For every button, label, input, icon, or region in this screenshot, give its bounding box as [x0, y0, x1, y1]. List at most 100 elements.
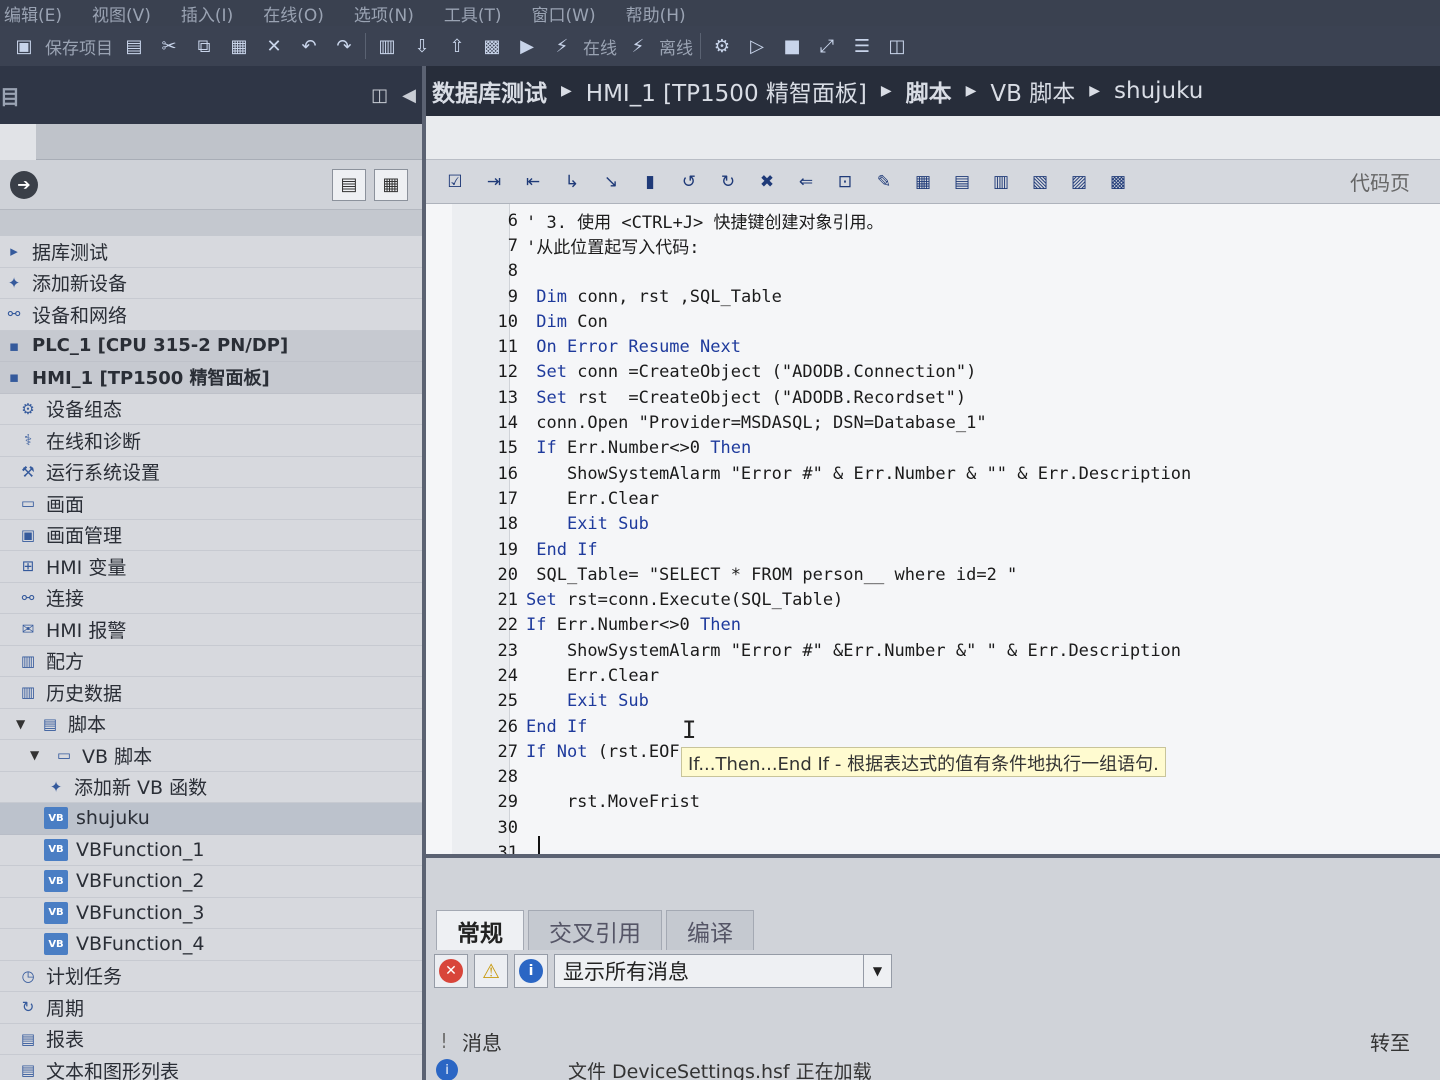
chevron-down-icon[interactable]: ▼: [863, 955, 891, 987]
tree-item[interactable]: ✦ 添加新设备: [0, 268, 422, 299]
show-warnings-button[interactable]: ⚠: [474, 954, 508, 988]
code-line[interactable]: 13 Set rst =CreateObject ("ADODB.Records…: [486, 385, 1426, 410]
properties-icon[interactable]: ▩: [1103, 167, 1133, 197]
paste-icon[interactable]: ▦: [225, 32, 253, 60]
tree-item[interactable]: ▥ 配方: [0, 646, 422, 677]
menu-item[interactable]: 在线(O): [263, 1, 324, 26]
tree-item[interactable]: ⊞ HMI 变量: [0, 551, 422, 583]
simulation-icon[interactable]: ▩: [478, 32, 506, 60]
show-errors-button[interactable]: ✕: [434, 954, 468, 988]
tree-item[interactable]: ⚕ 在线和诊断: [0, 425, 422, 457]
comment-icon[interactable]: ↳: [557, 167, 587, 197]
undo-icon[interactable]: ↶: [295, 32, 323, 60]
insert-snippet-icon[interactable]: ✎: [869, 167, 899, 197]
accessible-devices-icon[interactable]: ⚙: [708, 32, 736, 60]
menu-item[interactable]: 帮助(H): [626, 1, 686, 26]
tree-item[interactable]: ▥ 历史数据: [0, 677, 422, 709]
code-line[interactable]: 15 If Err.Number<>0 Then: [486, 436, 1426, 461]
tree-item[interactable]: ▭ 画面: [0, 488, 422, 520]
tree-item[interactable]: ▪ PLC_1 [CPU 315-2 PN/DP]: [0, 330, 422, 362]
indent-decrease-icon[interactable]: ⇤: [518, 167, 548, 197]
code-line[interactable]: 25 Exit Sub: [486, 689, 1426, 714]
tree-item[interactable]: ✦ 添加新 VB 函数: [0, 772, 422, 803]
code-line[interactable]: 6 ' 3. 使用 <CTRL+J> 快捷键创建对象引用。: [486, 208, 1426, 234]
code-line[interactable]: 16 ShowSystemAlarm "Error #" & Err.Numbe…: [486, 461, 1426, 486]
tree-item[interactable]: VB VBFunction_3: [0, 898, 422, 929]
tree-item[interactable]: ⚯ 连接: [0, 583, 422, 614]
table-row[interactable]: i 文件 DeviceSettings.hsf 正在加载: [426, 1058, 1440, 1080]
tree-item[interactable]: ◷ 计划任务: [0, 961, 422, 992]
go-offline-button[interactable]: 离线: [659, 34, 693, 59]
save-project-button[interactable]: 保存项目: [45, 34, 113, 59]
code-line[interactable]: 20 SQL_Table= "SELECT * FROM person__ wh…: [486, 562, 1426, 587]
code-line[interactable]: 11 On Error Resume Next: [486, 334, 1426, 359]
split-horizontal-icon[interactable]: ☰: [848, 32, 876, 60]
breadcrumb-item[interactable]: HMI_1 [TP1500 精智面板]: [586, 74, 867, 108]
code-line[interactable]: 23 ShowSystemAlarm "Error #" &Err.Number…: [486, 638, 1426, 663]
menu-item[interactable]: 工具(T): [444, 1, 502, 26]
indent-increase-icon[interactable]: ⇥: [479, 167, 509, 197]
cross-reference-icon[interactable]: ⤢: [813, 32, 841, 60]
menu-item[interactable]: 选项(N): [354, 1, 414, 26]
expand-arrow-icon[interactable]: ▼: [30, 748, 46, 762]
collapse-left-icon[interactable]: ◀: [402, 85, 416, 106]
code-editor[interactable]: 6 ' 3. 使用 <CTRL+J> 快捷键创建对象引用。 7 '从此位置起写入代码:…: [426, 204, 1440, 854]
code-line[interactable]: 8: [486, 259, 1426, 284]
print-icon[interactable]: ▤: [120, 32, 148, 60]
message-filter-select[interactable]: 显示所有消息 ▼: [554, 954, 892, 988]
menu-item[interactable]: 视图(V): [92, 1, 151, 26]
redo-icon[interactable]: ↷: [330, 32, 358, 60]
code-line[interactable]: 14 conn.Open "Provider=MSDASQL; DSN=Data…: [486, 410, 1426, 435]
tree-item[interactable]: ↻ 周期: [0, 992, 422, 1024]
tree-item[interactable]: ▼ ▭ VB 脚本: [0, 740, 422, 772]
overview-button[interactable]: ▤: [332, 168, 366, 201]
previous-bookmark-icon[interactable]: ↺: [674, 167, 704, 197]
show-details-button[interactable]: ▦: [374, 168, 408, 201]
go-offline-icon[interactable]: ⚡: [624, 32, 652, 60]
tree-item[interactable]: ✉ HMI 报警: [0, 614, 422, 646]
save-project-icon[interactable]: ▣: [10, 32, 38, 60]
code-line[interactable]: 24 Err.Clear: [486, 663, 1426, 688]
code-line[interactable]: 9 Dim conn, rst ,SQL_Table: [486, 284, 1426, 309]
code-line[interactable]: 26 End If: [486, 714, 1426, 739]
inspector-tab[interactable]: 常规: [436, 910, 524, 950]
breadcrumb-item[interactable]: 脚本: [906, 74, 952, 108]
cut-icon[interactable]: ✂: [155, 32, 183, 60]
list-members-icon[interactable]: ▤: [947, 167, 977, 197]
tree-item[interactable]: ▤ 报表: [0, 1024, 422, 1055]
panel-pin-icon[interactable]: ◫: [371, 85, 388, 106]
menu-item[interactable]: 插入(I): [181, 1, 233, 26]
tree-item[interactable]: ▪ HMI_1 [TP1500 精智面板]: [0, 362, 422, 394]
tree-item[interactable]: ▣ 画面管理: [0, 520, 422, 551]
clear-bookmarks-icon[interactable]: ✖: [752, 167, 782, 197]
download-icon[interactable]: ⇩: [408, 32, 436, 60]
split-vertical-icon[interactable]: ◫: [883, 32, 911, 60]
tree-item[interactable]: VB shujuku: [0, 803, 422, 835]
tree-item[interactable]: ▸ 据库测试: [0, 236, 422, 268]
inspector-tab[interactable]: 编译: [666, 910, 754, 950]
stop-cpu-icon[interactable]: ■: [778, 32, 806, 60]
quick-info-icon[interactable]: ▧: [1025, 167, 1055, 197]
start-cpu-icon[interactable]: ▷: [743, 32, 771, 60]
go-online-icon[interactable]: ⚡: [548, 32, 576, 60]
uncomment-icon[interactable]: ↘: [596, 167, 626, 197]
copy-icon[interactable]: ⧉: [190, 32, 218, 60]
code-line[interactable]: 21 Set rst=conn.Execute(SQL_Table): [486, 587, 1426, 612]
compile-icon[interactable]: ▥: [373, 32, 401, 60]
code-line[interactable]: 31: [486, 840, 1426, 854]
inspector-tab[interactable]: 交叉引用: [528, 910, 662, 950]
complete-word-icon[interactable]: ▨: [1064, 167, 1094, 197]
tree-item[interactable]: VB VBFunction_2: [0, 866, 422, 898]
breadcrumb-item[interactable]: VB 脚本: [990, 74, 1075, 108]
tree-item[interactable]: ⚒ 运行系统设置: [0, 457, 422, 488]
table-icon[interactable]: ▦: [908, 167, 938, 197]
code-line[interactable]: 10 Dim Con: [486, 309, 1426, 334]
go-online-button[interactable]: 在线: [583, 34, 617, 59]
code-line[interactable]: 12 Set conn =CreateObject ("ADODB.Connec…: [486, 360, 1426, 385]
delete-icon[interactable]: ✕: [260, 32, 288, 60]
breadcrumb-item[interactable]: 数据库测试: [432, 74, 547, 108]
code-line[interactable]: 30: [486, 815, 1426, 840]
project-tree-tab[interactable]: [0, 124, 36, 160]
code-line[interactable]: 19 End If: [486, 537, 1426, 562]
parameter-info-icon[interactable]: ▥: [986, 167, 1016, 197]
